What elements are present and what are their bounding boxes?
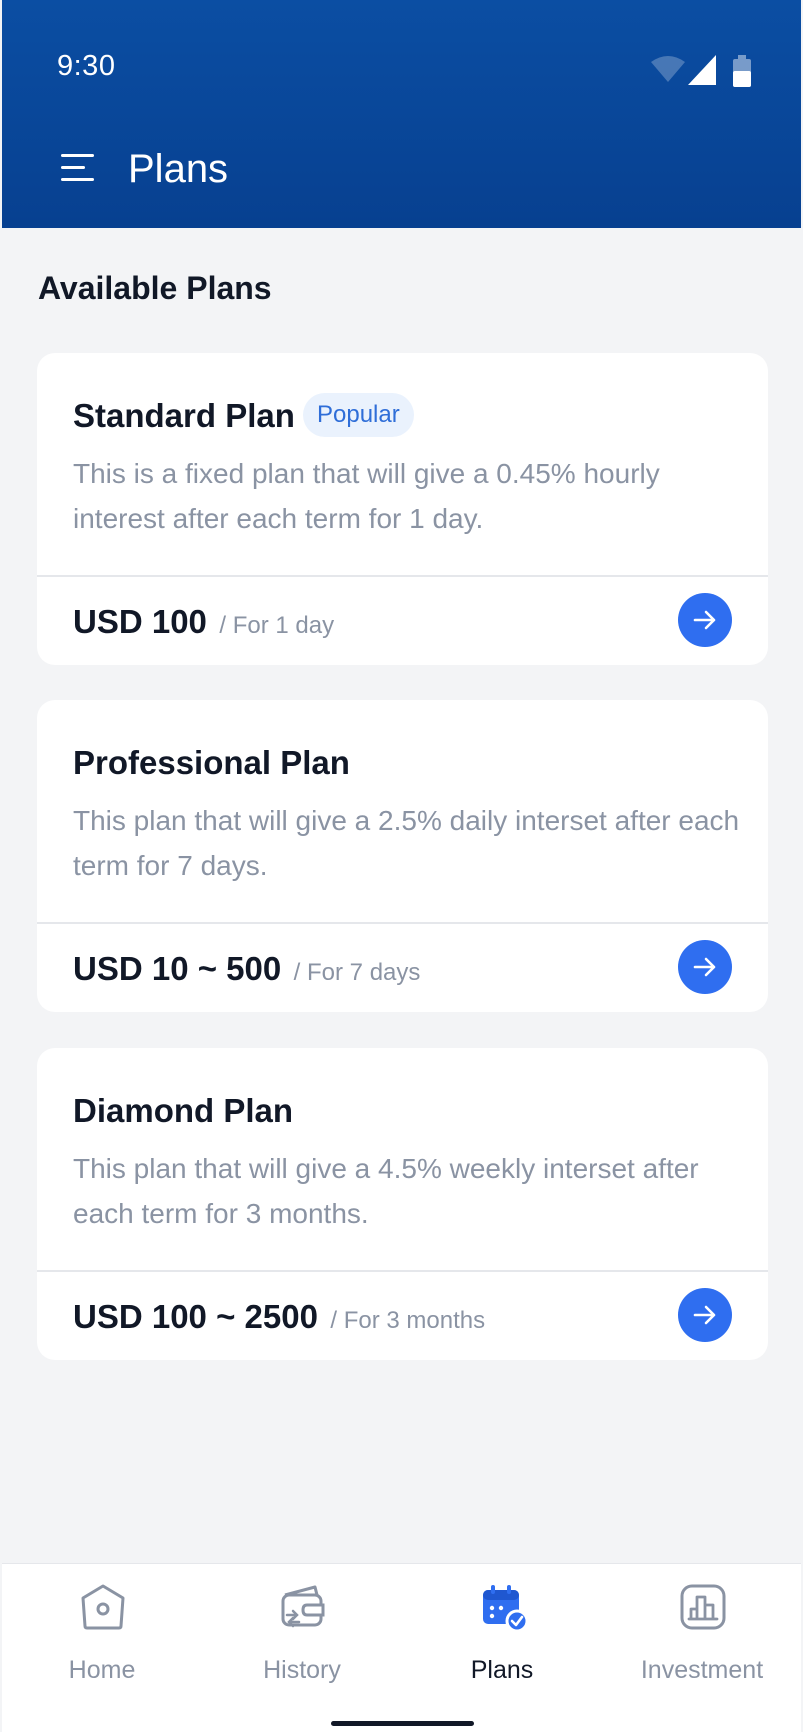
- plan-name: Diamond Plan: [73, 1092, 294, 1129]
- plan-price: USD 100 ~ 2500: [73, 1298, 318, 1335]
- plan-name: Standard Plan: [73, 397, 295, 434]
- plan-description: This plan that will give a 4.5% weekly i…: [73, 1153, 699, 1229]
- select-plan-button[interactable]: [678, 940, 732, 994]
- nav-item-history[interactable]: History: [202, 1564, 402, 1704]
- hamburger-menu-icon[interactable]: [58, 148, 100, 188]
- arrow-right-icon: [693, 957, 716, 977]
- divider: [37, 922, 768, 924]
- section-title: Available Plans: [38, 270, 272, 306]
- history-wallet-icon: [281, 1585, 325, 1628]
- bottom-nav: Home History Plans Investment: [2, 1563, 801, 1732]
- divider: [37, 1270, 768, 1272]
- popular-badge: Popular: [303, 393, 414, 437]
- plan-card-standard[interactable]: Standard Plan Popular This is a fixed pl…: [37, 353, 768, 665]
- plan-price: USD 10 ~ 500: [73, 950, 282, 987]
- price-row: USD 100 ~ 2500 / For 3 months: [73, 1298, 485, 1348]
- plan-description: This is a fixed plan that will give a 0.…: [73, 458, 660, 534]
- plan-term: / For 3 months: [330, 1307, 486, 1334]
- select-plan-button[interactable]: [678, 593, 732, 647]
- divider: [37, 575, 768, 577]
- plan-card-diamond[interactable]: Diamond Plan This plan that will give a …: [37, 1048, 768, 1360]
- home-indicator: [331, 1721, 474, 1726]
- bar-chart-icon: [680, 1584, 726, 1630]
- nav-label: Home: [68, 1656, 136, 1684]
- home-icon: [81, 1584, 125, 1630]
- nav-label: History: [263, 1656, 341, 1684]
- battery-icon: [733, 55, 751, 87]
- app-header: 9:30 Plans: [2, 0, 801, 228]
- page-title: Plans: [128, 147, 229, 191]
- plan-term: / For 1 day: [219, 612, 335, 639]
- plan-term: / For 7 days: [293, 959, 421, 986]
- select-plan-button[interactable]: [678, 1288, 732, 1342]
- plan-description: This plan that will give a 2.5% daily in…: [73, 805, 740, 881]
- plan-card-professional[interactable]: Professional Plan This plan that will gi…: [37, 700, 768, 1012]
- arrow-right-icon: [693, 610, 716, 630]
- status-icons: [650, 54, 755, 90]
- nav-item-home[interactable]: Home: [2, 1564, 202, 1704]
- price-row: USD 100 / For 1 day: [73, 603, 334, 653]
- calendar-check-icon: [483, 1585, 529, 1633]
- plan-name: Professional Plan: [73, 744, 350, 781]
- nav-label: Plans: [470, 1656, 534, 1684]
- signal-icon: [688, 55, 716, 85]
- plan-price: USD 100: [73, 603, 207, 640]
- price-row: USD 10 ~ 500 / For 7 days: [73, 950, 420, 1000]
- nav-item-investment[interactable]: Investment: [602, 1564, 802, 1704]
- status-time: 9:30: [57, 50, 116, 82]
- arrow-right-icon: [693, 1305, 716, 1325]
- nav-label: Investment: [640, 1656, 764, 1684]
- wifi-icon: [651, 56, 685, 82]
- nav-item-plans[interactable]: Plans: [402, 1564, 602, 1704]
